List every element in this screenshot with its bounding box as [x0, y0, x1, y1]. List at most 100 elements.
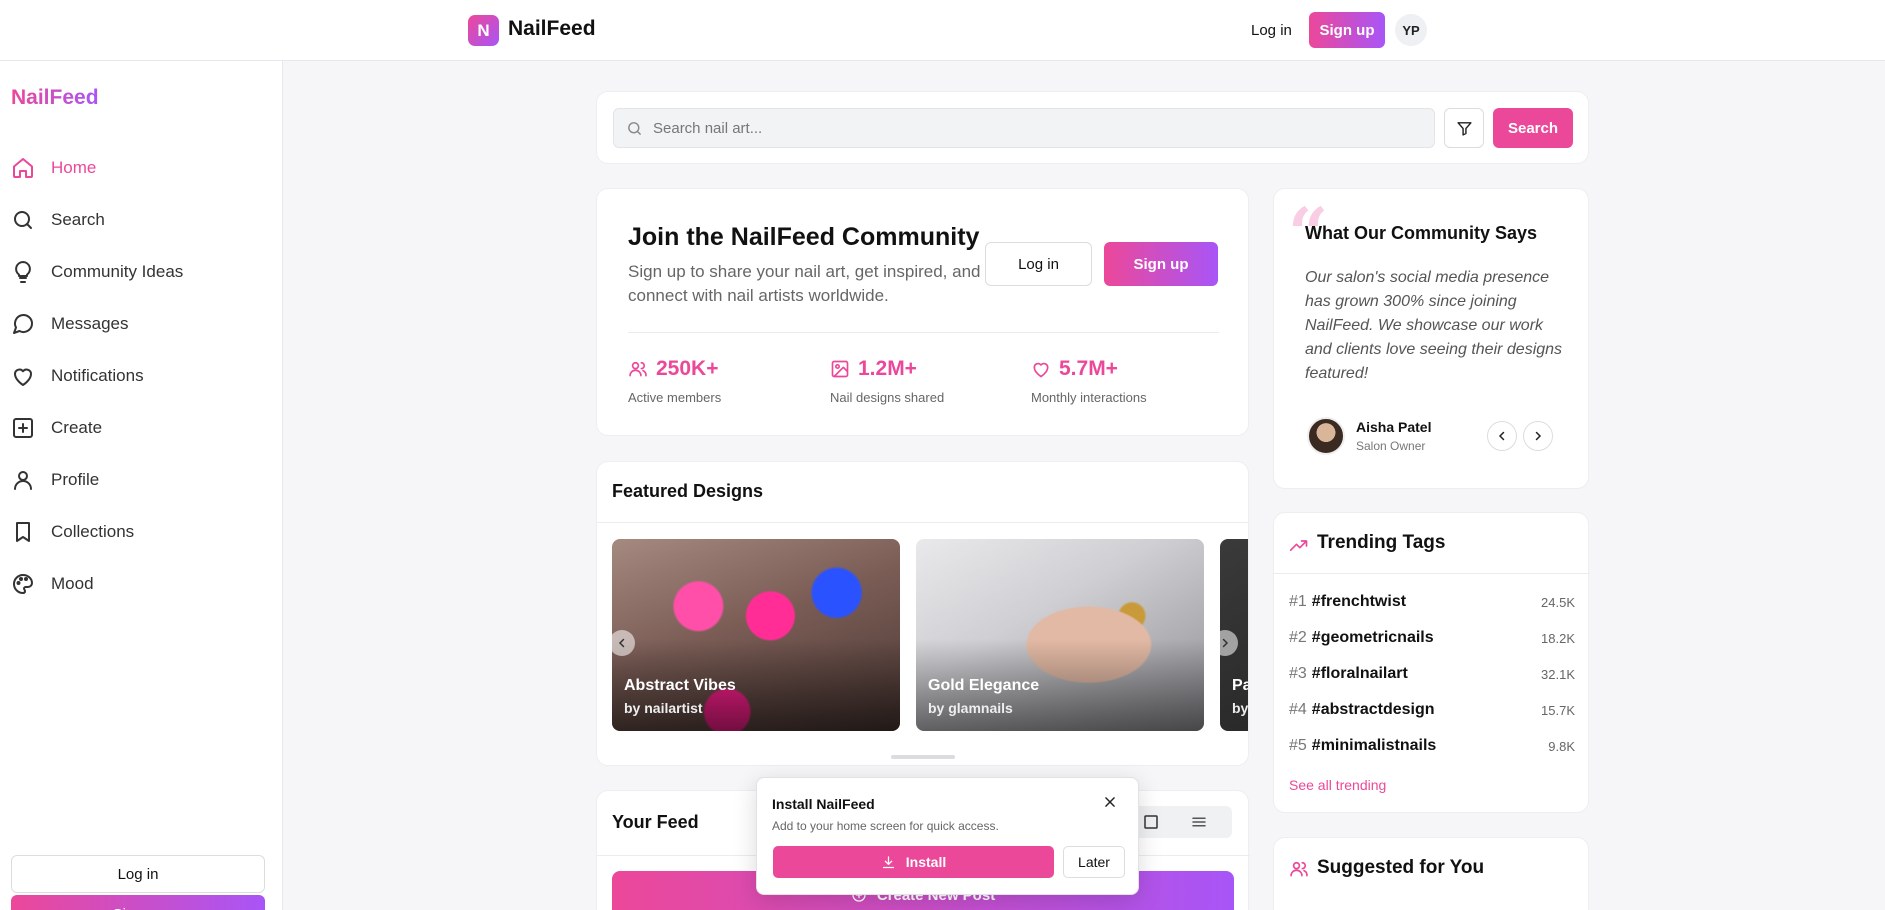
- tag-name: #floralnailart: [1311, 665, 1408, 682]
- user-avatar[interactable]: YP: [1395, 14, 1427, 46]
- user-icon: [11, 468, 35, 492]
- trending-tag-item[interactable]: #2 #geometricnails 18.2K: [1289, 626, 1575, 650]
- sidebar-item-label: Search: [51, 210, 105, 229]
- tag-rank: #5: [1289, 737, 1307, 754]
- search-icon: [626, 120, 643, 137]
- tag-count: 32.1K: [1541, 666, 1575, 682]
- tag-rank: #3: [1289, 665, 1307, 682]
- filter-button[interactable]: [1444, 108, 1484, 148]
- trending-tags-card: Trending Tags #1 #frenchtwist 24.5K #2 #…: [1273, 512, 1590, 813]
- sidebar-brand[interactable]: NailFeed: [11, 86, 99, 110]
- heart-icon: [1031, 359, 1051, 379]
- sidebar-item-home[interactable]: Home: [11, 148, 273, 188]
- trending-tag-item[interactable]: #4 #abstractdesign 15.7K: [1289, 698, 1575, 722]
- sidebar-item-label: Notifications: [51, 366, 144, 385]
- carousel-scroll-indicator[interactable]: [891, 755, 955, 759]
- list-view-icon[interactable]: [1190, 813, 1208, 831]
- stat-members: 250K+ Active members: [628, 357, 721, 405]
- heart-icon: [11, 364, 35, 388]
- stat-caption: Nail designs shared: [830, 390, 945, 405]
- design-name: Gold Elegance: [928, 677, 1040, 694]
- sidebar-item-search[interactable]: Search: [11, 200, 273, 240]
- tag-name: #frenchtwist: [1311, 593, 1407, 610]
- testimonial-card: “ What Our Community Says Our salon's so…: [1273, 188, 1589, 489]
- install-button[interactable]: Install: [773, 846, 1054, 878]
- grid-view-icon[interactable]: [1142, 813, 1160, 831]
- tag-count: 15.7K: [1541, 702, 1575, 718]
- testimonial-author-role: Salon Owner: [1356, 439, 1426, 453]
- trending-tag-item[interactable]: #5 #minimalistnails 9.8K: [1289, 734, 1575, 758]
- sidebar-item-label: Messages: [51, 314, 129, 333]
- sidebar-item-label: Home: [51, 158, 97, 177]
- bookmark-icon: [11, 520, 35, 544]
- featured-title: Featured Designs: [612, 481, 764, 501]
- design-card[interactable]: Gold Elegance by glamnails: [916, 539, 1204, 731]
- design-card[interactable]: Abstract Vibes by nailartist: [612, 539, 900, 731]
- carousel-next-button[interactable]: [1212, 630, 1238, 656]
- sidebar-item-notifications[interactable]: Notifications: [11, 356, 273, 396]
- search-card: Search: [596, 91, 1589, 164]
- sidebar-item-community-ideas[interactable]: Community Ideas: [11, 252, 273, 292]
- see-all-trending-link[interactable]: See all trending: [1289, 777, 1386, 793]
- testimonial-next-button[interactable]: [1523, 421, 1553, 451]
- testimonial-author-name: Aisha Patel: [1356, 419, 1432, 435]
- users-icon: [1289, 859, 1309, 879]
- install-popup: Install NailFeed Add to your home screen…: [756, 777, 1139, 895]
- message-icon: [11, 312, 35, 336]
- search-icon: [11, 208, 35, 232]
- plus-square-icon: [11, 416, 35, 440]
- join-title: Join the NailFeed Community: [628, 223, 980, 251]
- join-login-button[interactable]: Log in: [985, 242, 1092, 286]
- palette-icon: [11, 572, 35, 596]
- chevron-right-icon: [1532, 430, 1544, 442]
- divider: [628, 332, 1219, 333]
- chevron-left-icon: [1496, 430, 1508, 442]
- logo-badge[interactable]: N: [468, 15, 499, 46]
- header-login-button[interactable]: Log in: [1237, 13, 1306, 47]
- trending-tag-item[interactable]: #1 #frenchtwist 24.5K: [1289, 590, 1575, 614]
- sidebar-item-create[interactable]: Create: [11, 408, 273, 448]
- install-title: Install NailFeed: [772, 796, 875, 812]
- tag-rank: #2: [1289, 629, 1307, 646]
- install-description: Add to your home screen for quick access…: [772, 819, 999, 833]
- testimonial-prev-button[interactable]: [1487, 421, 1517, 451]
- join-signup-button[interactable]: Sign up: [1104, 242, 1218, 286]
- carousel-prev-button[interactable]: [609, 630, 635, 656]
- stat-value: 250K+: [656, 357, 719, 380]
- join-description: Sign up to share your nail art, get insp…: [628, 262, 981, 305]
- stat-value: 1.2M+: [858, 357, 917, 380]
- users-icon: [628, 359, 648, 379]
- design-author: by: [1232, 700, 1249, 716]
- chevron-left-icon: [616, 637, 628, 649]
- suggested-card: Suggested for You: [1273, 837, 1589, 910]
- design-name: Pa: [1232, 677, 1248, 694]
- search-input[interactable]: [653, 119, 1413, 137]
- sidebar-item-profile[interactable]: Profile: [11, 460, 273, 500]
- tag-rank: #1: [1289, 593, 1307, 610]
- testimonial-title: What Our Community Says: [1305, 223, 1538, 243]
- brand-name[interactable]: NailFeed: [508, 17, 596, 41]
- search-field[interactable]: [613, 108, 1435, 148]
- lightbulb-icon: [11, 260, 35, 284]
- top-bar: N NailFeed Log in Sign up YP: [0, 0, 1885, 61]
- stat-interactions: 5.7M+ Monthly interactions: [1031, 357, 1147, 405]
- testimonial-quote: Our salon's social media presence has gr…: [1305, 269, 1563, 382]
- sidebar-item-messages[interactable]: Messages: [11, 304, 273, 344]
- tag-count: 24.5K: [1541, 594, 1575, 610]
- close-icon[interactable]: [1103, 795, 1117, 809]
- tag-name: #abstractdesign: [1311, 701, 1435, 718]
- sidebar-item-mood[interactable]: Mood: [11, 564, 273, 604]
- search-button[interactable]: Search: [1493, 108, 1573, 148]
- sidebar-item-label: Mood: [51, 574, 94, 593]
- sidebar-signup-button[interactable]: Sign up: [11, 895, 265, 910]
- install-label: Install: [905, 854, 947, 870]
- design-author: by glamnails: [928, 700, 1013, 716]
- later-button[interactable]: Later: [1063, 846, 1125, 878]
- sidebar-login-button[interactable]: Log in: [11, 855, 265, 893]
- stat-caption: Active members: [628, 390, 722, 405]
- trending-tag-item[interactable]: #3 #floralnailart 32.1K: [1289, 662, 1575, 686]
- image-icon: [830, 359, 850, 379]
- sidebar-item-collections[interactable]: Collections: [11, 512, 273, 552]
- header-signup-button[interactable]: Sign up: [1309, 12, 1385, 48]
- suggested-title: Suggested for You: [1317, 857, 1485, 878]
